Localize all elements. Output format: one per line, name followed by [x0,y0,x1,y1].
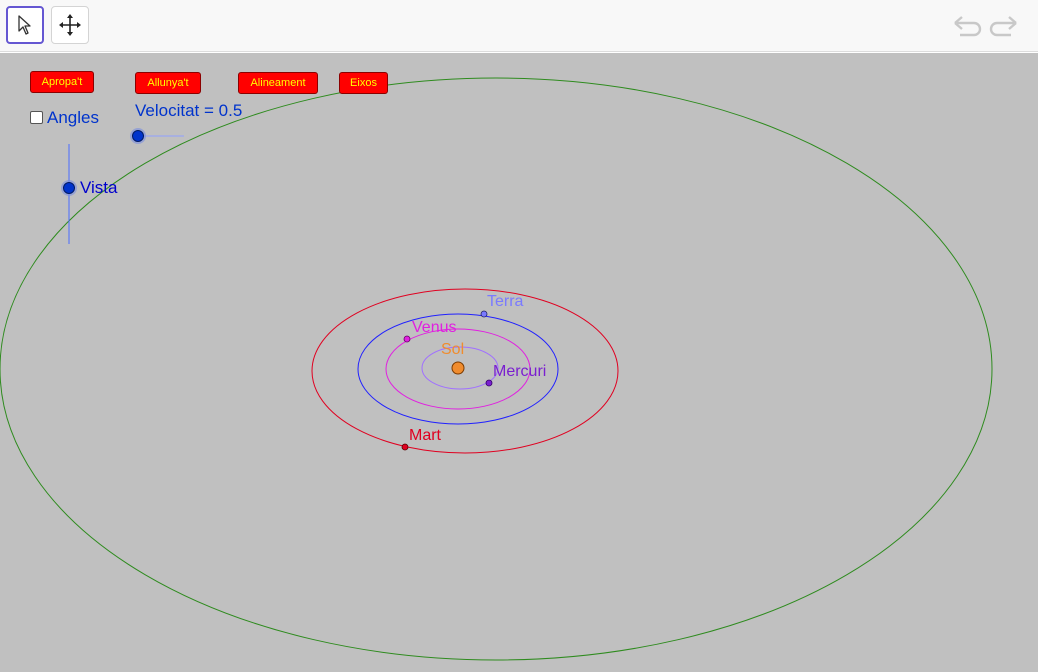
arrow-cursor-icon [18,15,31,35]
velocitat-label: Velocitat = 0.5 [135,101,243,120]
alineament-button[interactable]: Alineament [238,72,318,94]
apropat-button[interactable]: Apropa't [30,71,94,93]
sun-label: Sol [441,341,465,358]
move-view-tool-button[interactable] [51,6,89,44]
sun-point[interactable] [451,361,465,375]
vista-label: Vista [80,178,118,197]
angles-checkbox[interactable] [30,111,43,124]
toolbar [0,0,1038,52]
vista-slider-handle[interactable] [63,182,75,194]
undo-icon [954,16,982,37]
velocitat-slider-handle[interactable] [132,130,144,142]
redo-button[interactable] [988,10,1020,42]
venus-label: Venus [412,319,457,336]
select-tool-button[interactable] [6,6,44,44]
earth-label: Terra [487,293,524,310]
graphics-view[interactable]: Apropa't Allunya't Alineament Eixos Angl… [0,53,1038,672]
move-arrows-icon [59,14,81,36]
mars-label: Mart [409,427,441,444]
mercury-point[interactable] [485,379,493,387]
allunyat-button[interactable]: Allunya't [135,72,201,94]
mars-point[interactable] [401,443,409,451]
redo-icon [989,16,1017,37]
venus-point[interactable] [403,335,411,343]
angles-label: Angles [47,108,99,127]
undo-button[interactable] [951,10,983,42]
mercury-label: Mercuri [493,363,547,380]
eixos-button[interactable]: Eixos [339,72,388,94]
